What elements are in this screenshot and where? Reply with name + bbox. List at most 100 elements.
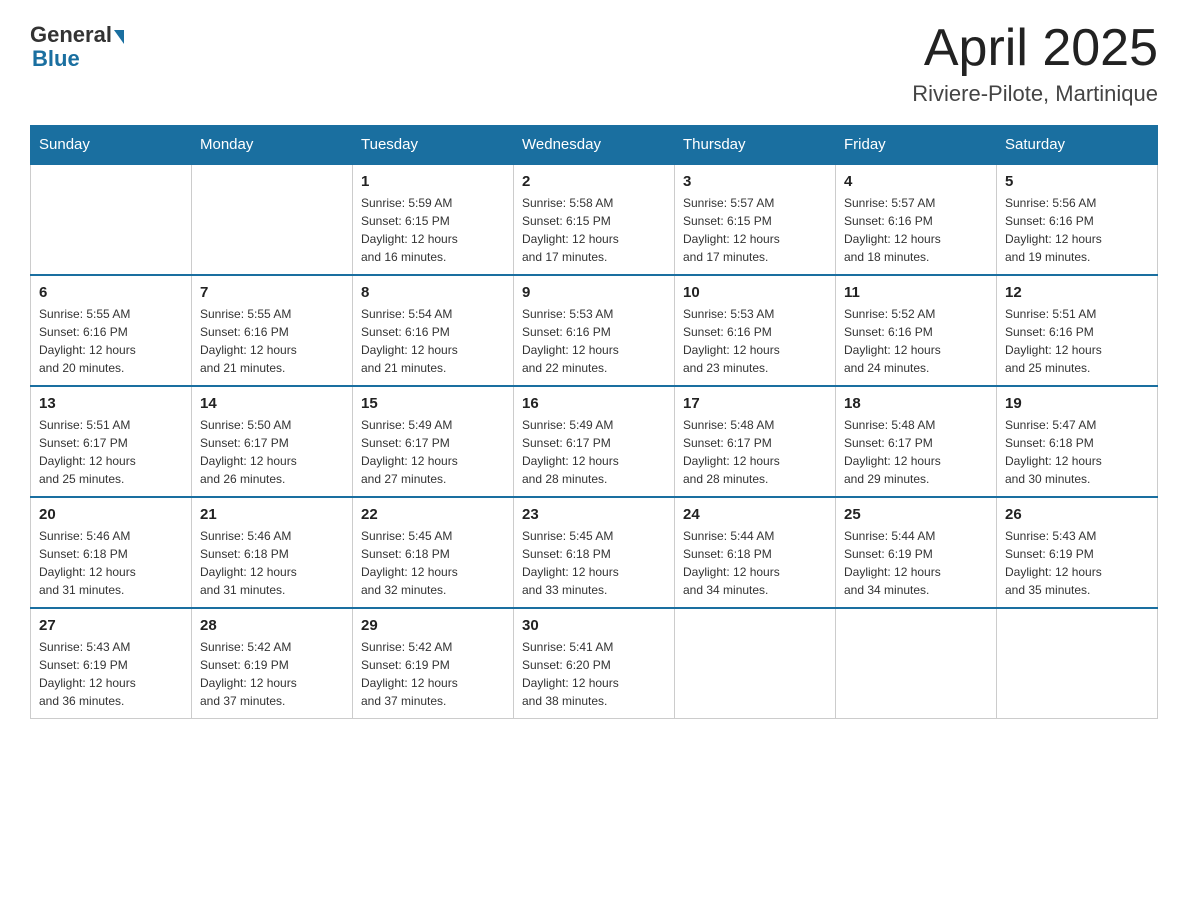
calendar-cell: [192, 164, 353, 275]
calendar-cell: [997, 608, 1158, 719]
calendar-cell: 6Sunrise: 5:55 AM Sunset: 6:16 PM Daylig…: [31, 275, 192, 386]
calendar-cell: 8 Sunrise: 5:54 AM Sunset: 6:16 PM Daylig…: [353, 275, 514, 386]
day-info: Sunrise: 5:48 AM Sunset: 6:17 PM Dayligh…: [844, 416, 988, 488]
day-number: 19: [1005, 395, 1149, 412]
calendar-cell: 1Sunrise: 5:59 AM Sunset: 6:15 PM Daylig…: [353, 164, 514, 275]
calendar-cell: 14 Sunrise: 5:50 AM Sunset: 6:17 PM Dayli…: [192, 386, 353, 497]
month-title: April 2025: [912, 20, 1158, 77]
calendar-cell: 10 Sunrise: 5:53 AM Sunset: 6:16 PM Dayli…: [675, 275, 836, 386]
calendar-cell: 17 Sunrise: 5:48 AM Sunset: 6:17 PM Dayli…: [675, 386, 836, 497]
location-title: Riviere-Pilote, Martinique: [912, 81, 1158, 107]
day-number: 27: [39, 617, 183, 634]
day-number: 7: [200, 284, 344, 301]
day-number: 23: [522, 506, 666, 523]
calendar-cell: 3 Sunrise: 5:57 AM Sunset: 6:15 PM Daylig…: [675, 164, 836, 275]
day-info: Sunrise: 5:53 AM Sunset: 6:16 PM Dayligh…: [522, 305, 666, 377]
day-info: Sunrise: 5:45 AM Sunset: 6:18 PM Dayligh…: [361, 527, 505, 599]
calendar-cell: 5 Sunrise: 5:56 AM Sunset: 6:16 PM Daylig…: [997, 164, 1158, 275]
calendar-week-row: 13 Sunrise: 5:51 AM Sunset: 6:17 PM Dayli…: [31, 386, 1158, 497]
day-number: 30: [522, 617, 666, 634]
title-block: April 2025 Riviere-Pilote, Martinique: [912, 20, 1158, 107]
day-info: Sunrise: 5:57 AM Sunset: 6:15 PM Dayligh…: [683, 194, 827, 266]
day-info: Sunrise: 5:45 AM Sunset: 6:18 PM Dayligh…: [522, 527, 666, 599]
day-number: 16: [522, 395, 666, 412]
calendar-body: 1Sunrise: 5:59 AM Sunset: 6:15 PM Daylig…: [31, 164, 1158, 719]
calendar-cell: 7 Sunrise: 5:55 AM Sunset: 6:16 PM Daylig…: [192, 275, 353, 386]
page-header: General Blue April 2025 Riviere-Pilote, …: [30, 20, 1158, 107]
day-info: Sunrise: 5:46 AM Sunset: 6:18 PM Dayligh…: [200, 527, 344, 599]
calendar-cell: 30 Sunrise: 5:41 AM Sunset: 6:20 PM Dayli…: [514, 608, 675, 719]
weekday-header-friday: Friday: [836, 126, 997, 165]
day-info: Sunrise: 5:54 AM Sunset: 6:16 PM Dayligh…: [361, 305, 505, 377]
day-info: Sunrise: 5:53 AM Sunset: 6:16 PM Dayligh…: [683, 305, 827, 377]
calendar-header: SundayMondayTuesdayWednesdayThursdayFrid…: [31, 126, 1158, 165]
day-number: 29: [361, 617, 505, 634]
day-number: 17: [683, 395, 827, 412]
calendar-week-row: 1Sunrise: 5:59 AM Sunset: 6:15 PM Daylig…: [31, 164, 1158, 275]
day-info: Sunrise: 5:49 AM Sunset: 6:17 PM Dayligh…: [361, 416, 505, 488]
calendar-week-row: 20 Sunrise: 5:46 AM Sunset: 6:18 PM Dayli…: [31, 497, 1158, 608]
day-number: 10: [683, 284, 827, 301]
day-number: 11: [844, 284, 988, 301]
day-info: Sunrise: 5:51 AM Sunset: 6:16 PM Dayligh…: [1005, 305, 1149, 377]
logo-blue-text: Blue: [32, 46, 80, 71]
day-info: Sunrise: 5:46 AM Sunset: 6:18 PM Dayligh…: [39, 527, 183, 599]
calendar-cell: 28Sunrise: 5:42 AM Sunset: 6:19 PM Dayli…: [192, 608, 353, 719]
weekday-header-wednesday: Wednesday: [514, 126, 675, 165]
logo: General Blue: [30, 20, 124, 72]
day-info: Sunrise: 5:49 AM Sunset: 6:17 PM Dayligh…: [522, 416, 666, 488]
day-number: 4: [844, 173, 988, 190]
calendar-week-row: 27 Sunrise: 5:43 AM Sunset: 6:19 PM Dayli…: [31, 608, 1158, 719]
calendar-cell: 13 Sunrise: 5:51 AM Sunset: 6:17 PM Dayli…: [31, 386, 192, 497]
day-number: 3: [683, 173, 827, 190]
day-info: Sunrise: 5:57 AM Sunset: 6:16 PM Dayligh…: [844, 194, 988, 266]
day-number: 20: [39, 506, 183, 523]
day-info: Sunrise: 5:42 AM Sunset: 6:19 PM Dayligh…: [200, 638, 344, 710]
day-info: Sunrise: 5:58 AM Sunset: 6:15 PM Dayligh…: [522, 194, 666, 266]
day-info: Sunrise: 5:56 AM Sunset: 6:16 PM Dayligh…: [1005, 194, 1149, 266]
calendar-week-row: 6 Sunrise: 5:55 AM Sunset: 6:16 PM Daylig…: [31, 275, 1158, 386]
day-number: 25: [844, 506, 988, 523]
calendar-cell: 27 Sunrise: 5:43 AM Sunset: 6:19 PM Dayli…: [31, 608, 192, 719]
calendar-cell: 18 Sunrise: 5:48 AM Sunset: 6:17 PM Dayli…: [836, 386, 997, 497]
day-number: 12: [1005, 284, 1149, 301]
day-number: 24: [683, 506, 827, 523]
calendar-cell: 22 Sunrise: 5:45 AM Sunset: 6:18 PM Dayli…: [353, 497, 514, 608]
calendar-cell: 2Sunrise: 5:58 AM Sunset: 6:15 PM Daylig…: [514, 164, 675, 275]
calendar-cell: 26Sunrise: 5:43 AM Sunset: 6:19 PM Dayli…: [997, 497, 1158, 608]
weekday-header-saturday: Saturday: [997, 126, 1158, 165]
calendar-cell: 9Sunrise: 5:53 AM Sunset: 6:16 PM Daylig…: [514, 275, 675, 386]
day-info: Sunrise: 5:50 AM Sunset: 6:17 PM Dayligh…: [200, 416, 344, 488]
calendar-cell: 29Sunrise: 5:42 AM Sunset: 6:19 PM Dayli…: [353, 608, 514, 719]
calendar-cell: 24 Sunrise: 5:44 AM Sunset: 6:18 PM Dayli…: [675, 497, 836, 608]
weekday-header-monday: Monday: [192, 126, 353, 165]
day-number: 14: [200, 395, 344, 412]
day-info: Sunrise: 5:41 AM Sunset: 6:20 PM Dayligh…: [522, 638, 666, 710]
weekday-header-tuesday: Tuesday: [353, 126, 514, 165]
calendar-cell: 4 Sunrise: 5:57 AM Sunset: 6:16 PM Daylig…: [836, 164, 997, 275]
day-number: 18: [844, 395, 988, 412]
logo-arrow-icon: [114, 30, 124, 44]
day-info: Sunrise: 5:43 AM Sunset: 6:19 PM Dayligh…: [1005, 527, 1149, 599]
calendar-cell: 25Sunrise: 5:44 AM Sunset: 6:19 PM Dayli…: [836, 497, 997, 608]
calendar-cell: 12 Sunrise: 5:51 AM Sunset: 6:16 PM Dayli…: [997, 275, 1158, 386]
day-info: Sunrise: 5:47 AM Sunset: 6:18 PM Dayligh…: [1005, 416, 1149, 488]
day-number: 5: [1005, 173, 1149, 190]
day-info: Sunrise: 5:43 AM Sunset: 6:19 PM Dayligh…: [39, 638, 183, 710]
day-number: 6: [39, 284, 183, 301]
calendar-cell: [836, 608, 997, 719]
day-number: 1: [361, 173, 505, 190]
day-number: 13: [39, 395, 183, 412]
day-number: 8: [361, 284, 505, 301]
day-info: Sunrise: 5:51 AM Sunset: 6:17 PM Dayligh…: [39, 416, 183, 488]
day-number: 21: [200, 506, 344, 523]
weekday-header-thursday: Thursday: [675, 126, 836, 165]
day-info: Sunrise: 5:44 AM Sunset: 6:18 PM Dayligh…: [683, 527, 827, 599]
day-info: Sunrise: 5:55 AM Sunset: 6:16 PM Dayligh…: [200, 305, 344, 377]
day-number: 22: [361, 506, 505, 523]
calendar-cell: 19 Sunrise: 5:47 AM Sunset: 6:18 PM Dayli…: [997, 386, 1158, 497]
calendar-cell: 15Sunrise: 5:49 AM Sunset: 6:17 PM Dayli…: [353, 386, 514, 497]
day-info: Sunrise: 5:52 AM Sunset: 6:16 PM Dayligh…: [844, 305, 988, 377]
day-info: Sunrise: 5:48 AM Sunset: 6:17 PM Dayligh…: [683, 416, 827, 488]
weekday-header-row: SundayMondayTuesdayWednesdayThursdayFrid…: [31, 126, 1158, 165]
